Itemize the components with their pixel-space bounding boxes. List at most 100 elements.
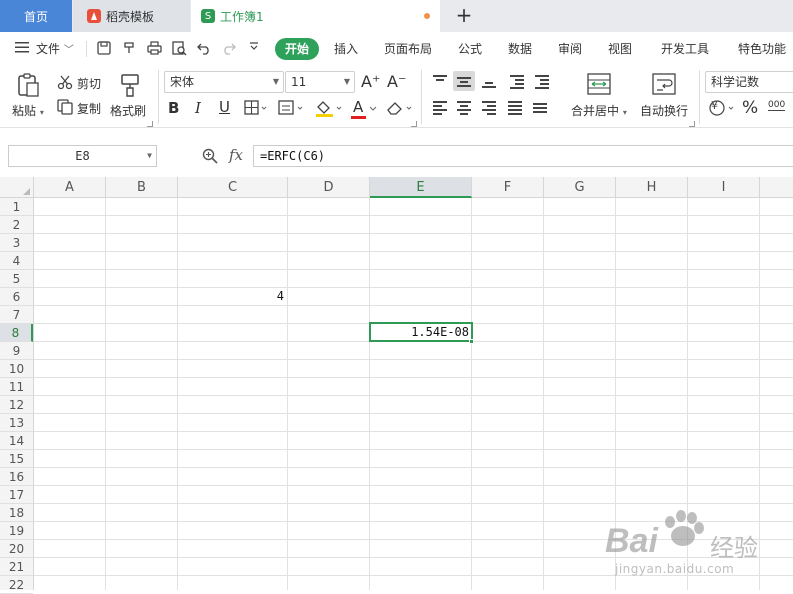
thousands-separator-button[interactable]: 000 [768, 100, 786, 111]
column-header-g[interactable]: G [544, 177, 616, 198]
row-header[interactable]: 12 [0, 396, 33, 414]
row-header[interactable]: 17 [0, 486, 33, 504]
menu-tab-home[interactable]: 开始 [275, 38, 319, 60]
align-middle-button[interactable] [453, 71, 475, 91]
row-header[interactable]: 19 [0, 522, 33, 540]
select-all-corner[interactable] [0, 177, 34, 198]
bold-button[interactable]: B [168, 99, 179, 117]
print-icon[interactable] [146, 41, 162, 57]
column-header-b[interactable]: B [106, 177, 178, 198]
copy-button[interactable]: 复制 [77, 100, 101, 117]
print-preview-icon[interactable] [171, 41, 187, 57]
row-header[interactable]: 11 [0, 378, 33, 396]
justify-button[interactable] [504, 97, 526, 117]
column-header-f[interactable]: F [472, 177, 544, 198]
row-header[interactable]: 20 [0, 540, 33, 558]
align-right-button[interactable] [478, 97, 500, 117]
font-name-select[interactable]: 宋体 ▼ [164, 71, 284, 93]
menu-tab-developer[interactable]: 开发工具 [661, 40, 709, 57]
insert-function-button[interactable]: fx [229, 146, 243, 164]
scissors-icon[interactable] [57, 74, 73, 90]
copy-icon[interactable] [57, 99, 73, 115]
chevron-down-icon[interactable] [368, 100, 378, 116]
column-header-c[interactable]: C [178, 177, 288, 198]
hamburger-menu-icon[interactable] [14, 41, 30, 57]
percent-format-button[interactable]: % [742, 98, 758, 118]
format-painter-button[interactable]: 格式刷 [110, 102, 146, 119]
align-left-button[interactable] [429, 97, 451, 117]
name-box[interactable]: E8 ▼ [8, 145, 157, 167]
align-bottom-button[interactable] [478, 71, 500, 91]
row-header[interactable]: 7 [0, 306, 33, 324]
column-header-h[interactable]: H [616, 177, 688, 198]
italic-button[interactable]: I [195, 99, 201, 117]
customize-toolbar-icon[interactable] [246, 41, 262, 57]
menu-tab-data[interactable]: 数据 [508, 40, 532, 57]
clear-eraser-icon[interactable] [385, 99, 415, 117]
borders-icon[interactable] [244, 100, 268, 116]
paste-button[interactable]: 粘贴 ▾ [12, 102, 44, 119]
menu-tab-review[interactable]: 审阅 [558, 40, 582, 57]
redo-icon[interactable] [221, 41, 237, 57]
menu-tab-insert[interactable]: 插入 [334, 40, 358, 57]
undo-icon[interactable] [196, 41, 212, 57]
decrease-font-size-button[interactable]: A⁻ [387, 72, 406, 91]
cell-c6[interactable]: 4 [178, 289, 284, 303]
decrease-indent-button[interactable] [506, 71, 528, 91]
wrap-text-button[interactable]: 自动换行 [640, 102, 688, 119]
row-header-active[interactable]: 8 [0, 324, 33, 342]
menu-tab-formulas[interactable]: 公式 [458, 40, 482, 57]
cell-e8[interactable]: 1.54E-08 [370, 325, 469, 339]
fill-handle[interactable] [469, 339, 474, 344]
row-header[interactable]: 10 [0, 360, 33, 378]
tab-workbook[interactable]: S 工作簿1 [191, 0, 440, 32]
row-header[interactable]: 22 [0, 576, 33, 594]
currency-format-button[interactable]: ¥ [708, 99, 736, 117]
row-header[interactable]: 14 [0, 432, 33, 450]
tab-home[interactable]: 首页 [0, 0, 72, 32]
merge-center-button[interactable]: 合并居中 ▾ [571, 102, 627, 119]
align-center-button[interactable] [453, 97, 475, 117]
merge-cells-icon[interactable] [586, 72, 612, 96]
wrap-text-icon[interactable] [651, 72, 677, 96]
row-header[interactable]: 4 [0, 252, 33, 270]
clipboard-launcher-icon[interactable] [147, 121, 153, 127]
font-size-select[interactable]: 11 ▼ [285, 71, 355, 93]
column-header-i[interactable]: I [688, 177, 760, 198]
align-top-button[interactable] [429, 71, 451, 91]
menu-tab-special-features[interactable]: 特色功能 [738, 40, 786, 57]
number-format-select[interactable]: 科学记数 [705, 71, 793, 93]
format-painter-icon[interactable] [118, 72, 142, 98]
menu-tab-view[interactable]: 视图 [608, 40, 632, 57]
underline-button[interactable]: U [219, 98, 230, 116]
alignment-launcher-icon[interactable] [689, 121, 695, 127]
tab-docer-templates[interactable]: 稻壳模板 [73, 0, 190, 32]
row-header[interactable]: 6 [0, 288, 33, 306]
increase-indent-button[interactable] [531, 71, 553, 91]
row-header[interactable]: 5 [0, 270, 33, 288]
new-tab-button[interactable]: + [452, 4, 476, 28]
increase-font-size-button[interactable]: A⁺ [361, 72, 380, 91]
row-header[interactable]: 16 [0, 468, 33, 486]
font-launcher-icon[interactable] [411, 121, 417, 127]
zoom-search-icon[interactable] [202, 148, 218, 164]
column-header-d[interactable]: D [288, 177, 370, 198]
row-header[interactable]: 21 [0, 558, 33, 576]
distributed-align-button[interactable] [529, 97, 551, 117]
fill-pattern-icon[interactable] [278, 100, 306, 116]
column-header-a[interactable]: A [34, 177, 106, 198]
font-color-button[interactable]: A [353, 98, 363, 116]
format-painter-quick-icon[interactable] [121, 41, 137, 57]
row-header[interactable]: 3 [0, 234, 33, 252]
row-header[interactable]: 2 [0, 216, 33, 234]
row-header[interactable]: 1 [0, 198, 33, 216]
formula-input[interactable]: =ERFC(C6) [253, 145, 793, 167]
menu-tab-page-layout[interactable]: 页面布局 [384, 40, 432, 57]
paste-icon[interactable] [15, 72, 41, 98]
column-header-e[interactable]: E [370, 177, 472, 198]
file-menu[interactable]: 文件 ﹀ [36, 40, 74, 57]
row-header[interactable]: 9 [0, 342, 33, 360]
fill-color-bucket-icon[interactable] [314, 98, 344, 118]
row-header[interactable]: 15 [0, 450, 33, 468]
row-header[interactable]: 13 [0, 414, 33, 432]
